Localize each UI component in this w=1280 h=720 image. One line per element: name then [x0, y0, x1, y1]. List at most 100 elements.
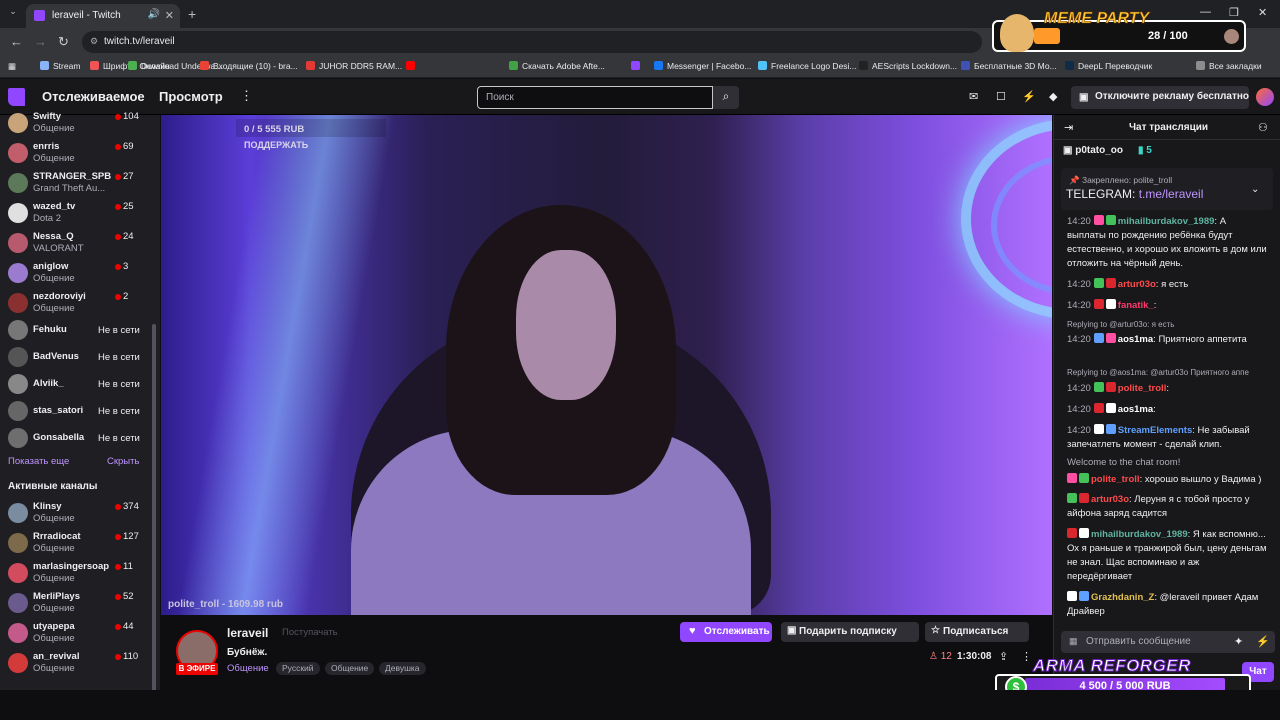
browser-tab[interactable]: leraveil - Twitch 🔊 ✕ — [26, 4, 180, 28]
stream-category[interactable]: Общение — [227, 663, 269, 674]
bookmark-item[interactable]: AEScripts Lockdown... — [859, 61, 957, 71]
whispers-icon[interactable]: ⚡ — [1022, 90, 1036, 103]
chat-badge-icon[interactable] — [1067, 591, 1077, 601]
sidebar-channel[interactable]: MerliPlays Общение 52 — [0, 588, 150, 618]
more-options-icon[interactable]: ⋮ — [1021, 650, 1032, 663]
sidebar-channel[interactable]: nezdoroviyi Общение 2 — [0, 288, 150, 318]
follow-button[interactable]: ♥ Отслеживать — [680, 622, 772, 642]
chat-badge-icon[interactable]: ▦ — [1069, 636, 1078, 647]
tab-close-icon[interactable]: ✕ — [165, 9, 174, 22]
chat-badge-icon[interactable] — [1105, 299, 1116, 309]
sidebar-channel[interactable]: Alviik_ Не в сети — [0, 369, 150, 399]
sidebar-channel[interactable]: wazed_tv Dota 2 25 — [0, 198, 150, 228]
sidebar-channel[interactable]: enrris Общение 69 — [0, 138, 150, 168]
bookmark-item[interactable]: JUHOR DDR5 RAM... — [306, 61, 402, 71]
sidebar-scrollbar[interactable] — [151, 120, 157, 714]
chat-username[interactable]: polite_troll — [1118, 383, 1167, 394]
sidebar-channel[interactable]: an_revival Общение 110 — [0, 648, 150, 678]
twitch-logo-icon[interactable] — [8, 88, 25, 106]
bookmark-item[interactable]: Бесплатные 3D Мо... — [961, 61, 1057, 71]
back-icon[interactable]: ← — [10, 34, 23, 49]
bookmark-item[interactable] — [406, 61, 419, 71]
chat-badge-icon[interactable] — [1079, 528, 1089, 538]
chat-badge-icon[interactable] — [1079, 493, 1089, 503]
chat-username[interactable]: mihailburdakov_1989 — [1091, 529, 1188, 540]
sidebar-channel[interactable]: Rrradiocat Общение 127 — [0, 528, 150, 558]
chat-badge-icon[interactable] — [1105, 215, 1116, 225]
chat-badge-icon[interactable] — [1093, 403, 1104, 413]
sidebar-channel[interactable]: marlasingersoap Общение 11 — [0, 558, 150, 588]
chat-username[interactable]: artur03o — [1091, 494, 1129, 505]
window-close-icon[interactable]: ✕ — [1258, 6, 1267, 19]
chat-badge-icon[interactable] — [1105, 424, 1116, 434]
telegram-link[interactable]: t.me/leraveil — [1139, 187, 1204, 201]
chat-badge-icon[interactable] — [1093, 278, 1104, 288]
notifications-icon[interactable]: ☐ — [996, 90, 1006, 103]
emote-picker-icon[interactable]: ⚡ — [1256, 635, 1270, 648]
speaker-icon[interactable]: 🔊 — [148, 9, 160, 20]
bookmark-item[interactable]: Все закладки — [1196, 61, 1262, 71]
chat-username[interactable]: StreamElements — [1118, 425, 1192, 436]
chat-badge-icon[interactable] — [1105, 403, 1116, 413]
chat-username[interactable]: aos1ma — [1118, 404, 1153, 415]
video-player[interactable]: 0 / 5 555 RUB ПОДДЕРЖАТЬ polite_troll - … — [161, 115, 1052, 615]
top-gifter[interactable]: ▣ p0tato_oo — [1063, 145, 1123, 156]
chat-username[interactable]: Grazhdanin_Z — [1091, 592, 1154, 603]
chat-badge-icon[interactable] — [1105, 382, 1116, 392]
chat-badge-icon[interactable] — [1093, 215, 1104, 225]
chat-username[interactable]: artur03o — [1118, 279, 1156, 290]
show-more-link[interactable]: Показать еще — [8, 456, 69, 467]
sidebar-channel[interactable]: Gonsabella Не в сети — [0, 423, 150, 453]
chat-username[interactable]: polite_troll — [1091, 474, 1140, 485]
sidebar-channel[interactable]: stas_satori Не в сети — [0, 396, 150, 426]
chat-badge-icon[interactable] — [1079, 591, 1089, 601]
chat-badge-icon[interactable] — [1079, 473, 1089, 483]
pinned-expand-icon[interactable]: ⌄ — [1251, 184, 1259, 195]
chat-badge-icon[interactable] — [1093, 382, 1104, 392]
maximize-icon[interactable]: ❐ — [1229, 6, 1239, 19]
address-input[interactable]: ⚙ twitch.tv/leraveil — [82, 31, 982, 53]
sidebar-channel[interactable]: Nessa_Q VALORANT 24 — [0, 228, 150, 258]
chat-badge-icon[interactable] — [1105, 278, 1116, 288]
streamer-name[interactable]: leraveil — [227, 626, 268, 640]
sidebar-channel[interactable]: utyapepa Общение 44 — [0, 618, 150, 648]
tag-girl[interactable]: Девушка — [379, 662, 426, 675]
chat-username[interactable]: aos1ma — [1118, 334, 1153, 345]
bookmark-item[interactable]: Stream — [40, 61, 80, 71]
tab-search-chevron-icon[interactable]: ⌄ — [6, 6, 20, 20]
sidebar-channel[interactable]: Swifty Общение 104 — [0, 108, 150, 138]
bookmark-item[interactable]: Freelance Logo Desi... — [758, 61, 857, 71]
apps-grid-icon[interactable]: ▦ — [8, 61, 16, 72]
bookmark-item[interactable]: Входящие (10) - bra... — [200, 61, 298, 71]
nav-browse[interactable]: Просмотр — [159, 89, 223, 104]
collapse-chat-icon[interactable]: ⇥ — [1064, 121, 1073, 134]
chat-badge-icon[interactable] — [1067, 528, 1077, 538]
tag-russian[interactable]: Русский — [276, 662, 320, 675]
search-icon[interactable]: ⌕ — [713, 86, 739, 109]
bookmark-item[interactable]: Скачать Adobe Afte... — [509, 61, 605, 71]
sidebar-channel[interactable]: Fehuku Не в сети — [0, 315, 150, 345]
hide-link[interactable]: Скрыть — [107, 456, 139, 467]
bits-cheer-icon[interactable]: ✦ — [1234, 635, 1243, 648]
minimize-icon[interactable]: — — [1200, 6, 1211, 18]
sidebar-channel[interactable]: Klinsy Общение 374 — [0, 498, 150, 528]
site-info-icon[interactable]: ⚙ — [90, 36, 98, 47]
nav-following[interactable]: Отслеживаемое — [42, 89, 145, 104]
bookmark-item[interactable] — [631, 61, 644, 71]
user-avatar[interactable] — [1256, 88, 1274, 106]
sidebar-scroll-thumb[interactable] — [152, 324, 156, 714]
forward-icon[interactable]: → — [34, 34, 47, 49]
sidebar-channel[interactable]: BadVenus Не в сети — [0, 342, 150, 372]
chat-badge-icon[interactable] — [1093, 333, 1104, 343]
subscribe-button[interactable]: ☆ Подписаться — [925, 622, 1029, 642]
bookmark-item[interactable]: DeepL Переводчик — [1065, 61, 1152, 71]
chat-username[interactable]: mihailburdakov_1989 — [1118, 216, 1215, 227]
sidebar-channel[interactable]: STRANGER_SPB Grand Theft Au... 27 — [0, 168, 150, 198]
chat-badge-icon[interactable] — [1067, 493, 1077, 503]
chat-users-icon[interactable]: ⚇ — [1258, 121, 1268, 134]
bits-icon[interactable]: ◆ — [1049, 90, 1057, 103]
gift-sub-button[interactable]: ▣ Подарить подписку — [781, 622, 919, 642]
chat-badge-icon[interactable] — [1093, 424, 1104, 434]
chat-username[interactable]: fanatik_ — [1118, 300, 1154, 311]
share-icon[interactable]: ⇪ — [999, 650, 1008, 663]
